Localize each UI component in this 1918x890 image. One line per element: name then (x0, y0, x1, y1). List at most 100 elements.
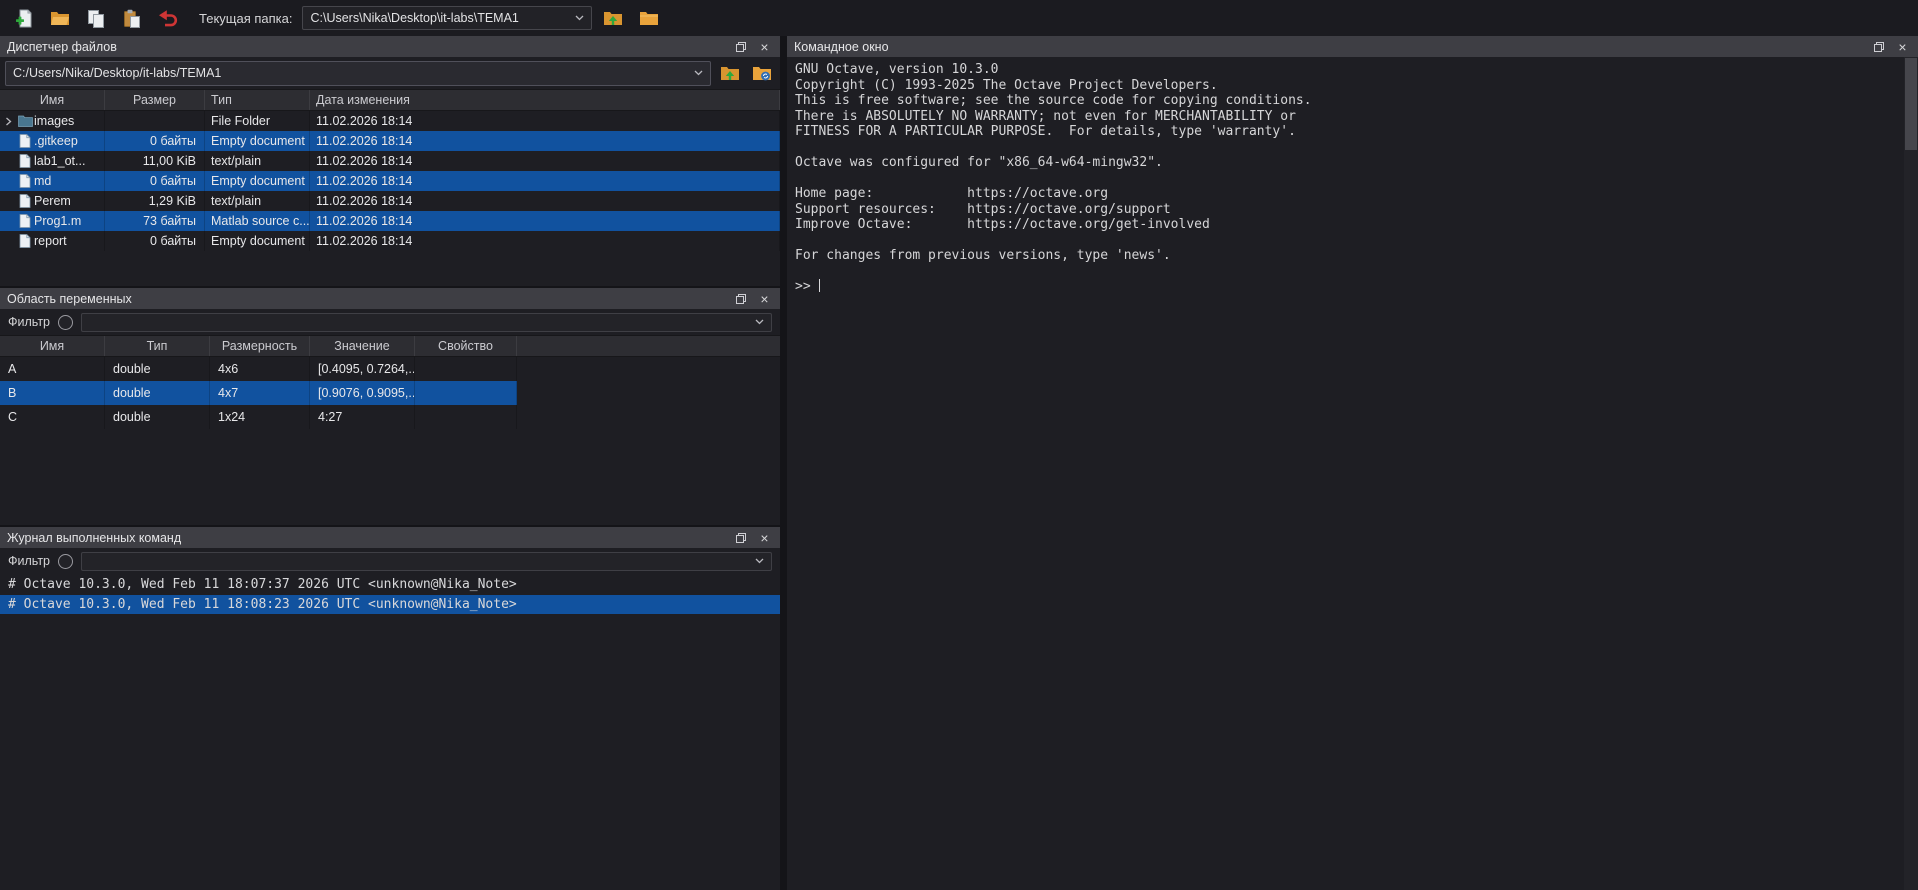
file-date-cell: 11.02.2026 18:14 (310, 171, 780, 191)
close-button[interactable]: × (1894, 39, 1911, 54)
copy-button[interactable] (81, 4, 111, 32)
workspace-titlebar[interactable]: Область переменных × (0, 288, 780, 309)
history-line[interactable]: # Octave 10.3.0, Wed Feb 11 18:07:37 202… (0, 575, 780, 595)
file-browser-panel: Диспетчер файлов × C:/Users/Nika/Desktop… (0, 36, 780, 286)
file-name-label: Perem (34, 194, 71, 208)
open-button[interactable] (45, 4, 75, 32)
undock-icon (735, 532, 747, 544)
column-header-dimension[interactable]: Размерность (210, 336, 310, 356)
chevron-down-icon (694, 70, 703, 76)
file-name-label: lab1_ot... (34, 154, 85, 168)
workspace-panel: Область переменных × Фильтр (0, 288, 780, 525)
command-history-titlebar[interactable]: Журнал выполненных команд × (0, 527, 780, 548)
new-script-button[interactable] (9, 4, 39, 32)
undo-button[interactable] (153, 4, 183, 32)
variable-value-cell: [0.9076, 0.9095,... (310, 381, 415, 405)
file-row[interactable]: Perem1,29 KiBtext/plain11.02.2026 18:14 (0, 191, 780, 211)
file-name-label: .gitkeep (34, 134, 78, 148)
undock-button[interactable] (732, 291, 749, 306)
variable-row[interactable]: Cdouble1x244:27 (0, 405, 517, 429)
close-button[interactable]: × (756, 530, 773, 545)
browse-folder-button[interactable] (634, 4, 664, 32)
file-icon (16, 234, 34, 248)
file-name-label: report (34, 234, 67, 248)
column-header-attribute[interactable]: Свойство (415, 336, 517, 356)
column-header-type[interactable]: Тип (205, 90, 310, 110)
close-button[interactable]: × (756, 39, 773, 54)
file-date-cell: 11.02.2026 18:14 (310, 191, 780, 211)
command-window-panel: Командное окно × GNU Octave, version 10.… (787, 36, 1918, 890)
variables-table-body: Adouble4x6[0.4095, 0.7264,...Bdouble4x7[… (0, 357, 780, 525)
file-browser-titlebar[interactable]: Диспетчер файлов × (0, 36, 780, 57)
undock-button[interactable] (1870, 39, 1887, 54)
file-name-cell: md (0, 171, 105, 191)
open-folder-icon (50, 9, 70, 27)
column-header-type[interactable]: Тип (105, 336, 210, 356)
file-row[interactable]: Prog1.m73 байтыMatlab source c...11.02.2… (0, 211, 780, 231)
file-row[interactable]: imagesFile Folder11.02.2026 18:14 (0, 111, 780, 131)
column-header-value[interactable]: Значение (310, 336, 415, 356)
file-name-cell: Prog1.m (0, 211, 105, 231)
history-list: # Octave 10.3.0, Wed Feb 11 18:07:37 202… (0, 574, 780, 890)
filter-combo[interactable] (81, 552, 772, 571)
file-row[interactable]: .gitkeep0 байтыEmpty document11.02.2026 … (0, 131, 780, 151)
close-icon: × (760, 40, 768, 54)
variable-row[interactable]: Adouble4x6[0.4095, 0.7264,... (0, 357, 517, 381)
undock-button[interactable] (732, 39, 749, 54)
new-script-icon (15, 9, 34, 28)
paste-button[interactable] (117, 4, 147, 32)
folder-icon (639, 9, 659, 27)
command-window-body[interactable]: GNU Octave, version 10.3.0 Copyright (C)… (787, 57, 1918, 890)
file-name-cell: lab1_ot... (0, 151, 105, 171)
history-line[interactable]: # Octave 10.3.0, Wed Feb 11 18:08:23 202… (0, 595, 780, 615)
command-prompt-line[interactable]: >> (795, 279, 1896, 295)
folder-up-icon (603, 9, 623, 27)
variable-row[interactable]: Bdouble4x7[0.9076, 0.9095,... (0, 381, 517, 405)
file-date-cell: 11.02.2026 18:14 (310, 111, 780, 131)
filter-label: Фильтр (8, 315, 50, 329)
command-prompt-text: >> (795, 279, 811, 294)
close-button[interactable]: × (756, 291, 773, 306)
command-output: GNU Octave, version 10.3.0 Copyright (C)… (795, 62, 1896, 264)
file-size-cell: 0 байты (105, 171, 205, 191)
folder-up-button[interactable] (598, 4, 628, 32)
column-header-name[interactable]: Имя (0, 336, 105, 356)
history-filter-bar: Фильтр (0, 548, 780, 574)
file-row[interactable]: lab1_ot...11,00 KiBtext/plain11.02.2026 … (0, 151, 780, 171)
folder-sync-icon (752, 64, 772, 82)
file-path-combo[interactable]: C:/Users/Nika/Desktop/it-labs/TEMA1 (5, 61, 711, 86)
scrollbar-thumb[interactable] (1905, 58, 1917, 150)
undock-button[interactable] (732, 530, 749, 545)
command-window-scrollbar[interactable] (1904, 57, 1918, 890)
variable-type-cell: double (105, 381, 210, 405)
file-size-cell: 11,00 KiB (105, 151, 205, 171)
current-folder-label: Текущая папка: (199, 11, 292, 26)
filter-checkbox[interactable] (58, 554, 73, 569)
folder-up-button[interactable] (716, 61, 743, 86)
column-header-date[interactable]: Дата изменения (310, 90, 780, 110)
filter-checkbox[interactable] (58, 315, 73, 330)
filter-combo[interactable] (81, 313, 772, 332)
paste-icon (123, 9, 141, 28)
folder-icon (16, 115, 34, 127)
file-row[interactable]: report0 байтыEmpty document11.02.2026 18… (0, 231, 780, 251)
column-header-size[interactable]: Размер (105, 90, 205, 110)
column-header-name[interactable]: Имя (0, 90, 105, 110)
variable-name-cell: C (0, 405, 105, 429)
file-icon (16, 154, 34, 168)
octave-main-window: Текущая папка: C:\Users\Nika\Desktop\it-… (0, 0, 1918, 890)
file-size-cell: 73 байты (105, 211, 205, 231)
file-icon (16, 174, 34, 188)
variable-value-cell: 4:27 (310, 405, 415, 429)
current-folder-combo[interactable]: C:\Users\Nika\Desktop\it-labs\TEMA1 (302, 6, 592, 30)
left-column: Диспетчер файлов × C:/Users/Nika/Desktop… (0, 36, 780, 890)
file-size-cell: 0 байты (105, 131, 205, 151)
chevron-down-icon (755, 558, 764, 564)
column-header-filler (517, 336, 780, 356)
folder-actions-button[interactable] (748, 61, 775, 86)
file-table-body: imagesFile Folder11.02.2026 18:14 .gitkee… (0, 111, 780, 286)
command-window-titlebar[interactable]: Командное окно × (787, 36, 1918, 57)
variable-type-cell: double (105, 405, 210, 429)
file-row[interactable]: md0 байтыEmpty document11.02.2026 18:14 (0, 171, 780, 191)
expand-arrow-icon[interactable] (0, 117, 16, 126)
